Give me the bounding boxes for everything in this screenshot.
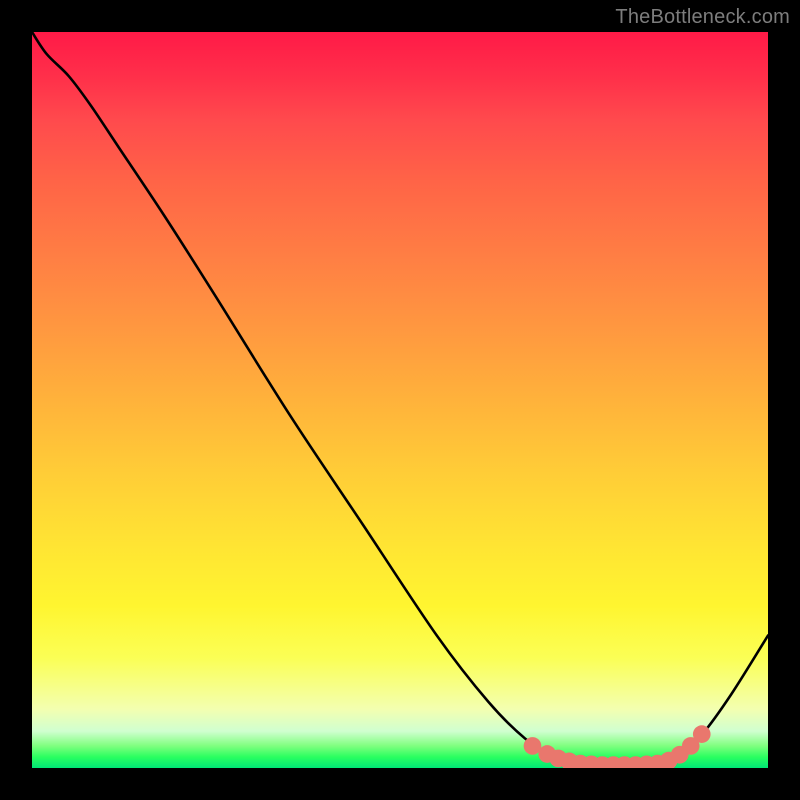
chart-svg xyxy=(32,32,768,768)
chart-plot-area xyxy=(32,32,768,768)
optimal-zone-dots xyxy=(524,725,711,768)
chart-stage: TheBottleneck.com xyxy=(0,0,800,800)
marker-dot xyxy=(693,725,711,743)
attribution-label: TheBottleneck.com xyxy=(615,6,790,29)
bottleneck-curve xyxy=(32,32,768,766)
